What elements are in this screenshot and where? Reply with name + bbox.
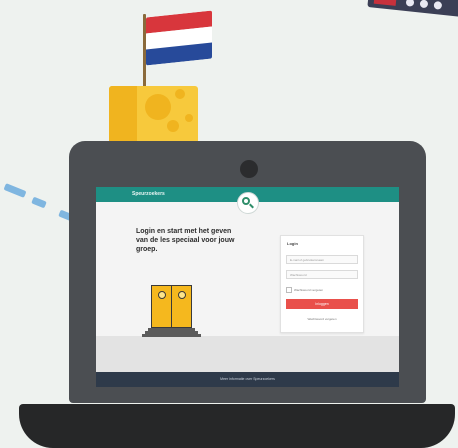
login-card: Login E-mail of gebruikersnaam Wachtwoor…	[280, 235, 364, 333]
netherlands-flag-icon	[146, 10, 212, 66]
remember-label: Wachtwoord vergeten	[294, 287, 324, 292]
brand-name[interactable]: Speurzoekers	[132, 191, 165, 197]
laptop-screen: Speurzoekers Login en start met het geve…	[96, 187, 399, 387]
floor	[96, 336, 399, 372]
door-icon	[151, 285, 192, 328]
laptop-base	[19, 404, 455, 448]
forgot-password-link[interactable]: Wachtwoord vergeten	[281, 317, 363, 321]
email-field[interactable]: E-mail of gebruikersnaam	[286, 255, 358, 264]
corner-photo	[367, 0, 458, 17]
footer-link[interactable]: Meer informatie over Speurzoekers	[96, 377, 399, 381]
login-title: Login	[287, 241, 298, 246]
password-field[interactable]: Wachtwoord	[286, 270, 358, 279]
login-button[interactable]: Inloggen	[286, 299, 358, 309]
hero-headline: Login en start met het geven van de les …	[136, 228, 235, 253]
checkbox-icon[interactable]	[286, 287, 292, 293]
cheese-icon	[109, 86, 198, 144]
magnifier-icon[interactable]	[237, 192, 259, 214]
camera-icon	[240, 160, 258, 178]
remember-checkbox[interactable]: Wachtwoord vergeten	[286, 287, 323, 293]
footer: Meer informatie over Speurzoekers	[96, 372, 399, 387]
background-dash	[31, 196, 47, 209]
background-dash	[3, 183, 27, 198]
door-step	[142, 334, 201, 337]
